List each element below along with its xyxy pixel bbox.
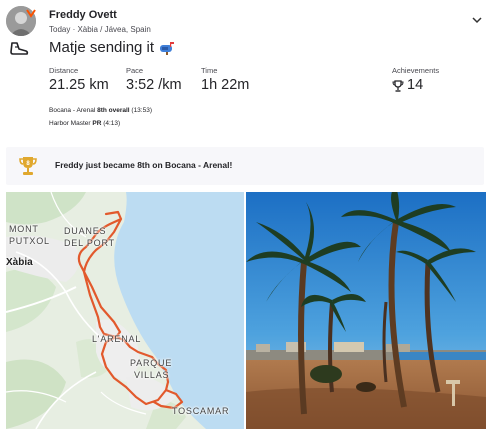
stat-label: Pace — [126, 66, 144, 75]
map-label: PARQUE — [130, 358, 173, 368]
achievement-banner[interactable]: 8 Freddy just became 8th on Bocana - Are… — [6, 147, 484, 185]
map-label: VILLAS — [134, 370, 170, 380]
stat-achievements[interactable]: Achievements 14 — [392, 66, 439, 93]
segment-time: (4:13) — [103, 120, 121, 127]
stat-value: 21.25 km — [49, 77, 109, 93]
subscriber-badge-icon — [26, 5, 36, 18]
map-label: DUANES — [64, 226, 107, 236]
map-label: PUTXOL — [9, 236, 50, 246]
stat-distance: Distance 21.25 km — [49, 66, 109, 93]
route-map[interactable]: MONT PUTXOL DUANES DEL PORT Xàbia L'AREN… — [6, 192, 244, 429]
map-label: L'ARENAL — [92, 334, 142, 344]
mailbox-icon — [159, 41, 175, 55]
activity-title[interactable]: Matje sending it — [49, 39, 154, 56]
segment-rank: PR — [92, 120, 102, 127]
stat-label: Time — [201, 66, 218, 75]
map-label: MONT — [9, 224, 39, 234]
shoe-icon — [9, 41, 29, 57]
stat-label: Achievements — [392, 66, 440, 75]
activity-meta: Today · Xàbia / Jávea, Spain — [49, 25, 151, 34]
segment-name: Bocana - Arenal — [49, 107, 96, 114]
activity-photo[interactable] — [246, 192, 486, 429]
achievement-count: 14 — [407, 77, 424, 93]
segment-time: (13:53) — [131, 107, 153, 114]
stat-label: Distance — [49, 66, 79, 75]
segment-name: Harbor Master — [49, 120, 91, 127]
stat-value: 3:52 /km — [126, 77, 182, 93]
chevron-down-icon[interactable] — [470, 13, 484, 27]
map-label: Xàbia — [6, 257, 33, 268]
segment-effort[interactable]: Harbor Master PR (4:13) — [49, 120, 120, 127]
athlete-name[interactable]: Freddy Ovett — [49, 9, 117, 21]
map-label: DEL PORT — [64, 238, 115, 248]
segment-effort[interactable]: Bocana - Arenal 8th overall (13:53) — [49, 107, 152, 114]
banner-text: Freddy just became 8th on Bocana - Arena… — [55, 160, 233, 170]
trophy-icon — [392, 79, 404, 92]
trophy-icon: 8 — [18, 155, 38, 176]
activity-header: Freddy Ovett Today · Xàbia / Jávea, Spai… — [0, 0, 486, 140]
stat-pace: Pace 3:52 /km — [126, 66, 182, 93]
stat-time: Time 1h 22m — [201, 66, 249, 93]
map-label: TOSCAMAR — [172, 406, 230, 416]
segment-rank: 8th overall — [97, 107, 130, 114]
stat-value: 1h 22m — [201, 77, 250, 93]
